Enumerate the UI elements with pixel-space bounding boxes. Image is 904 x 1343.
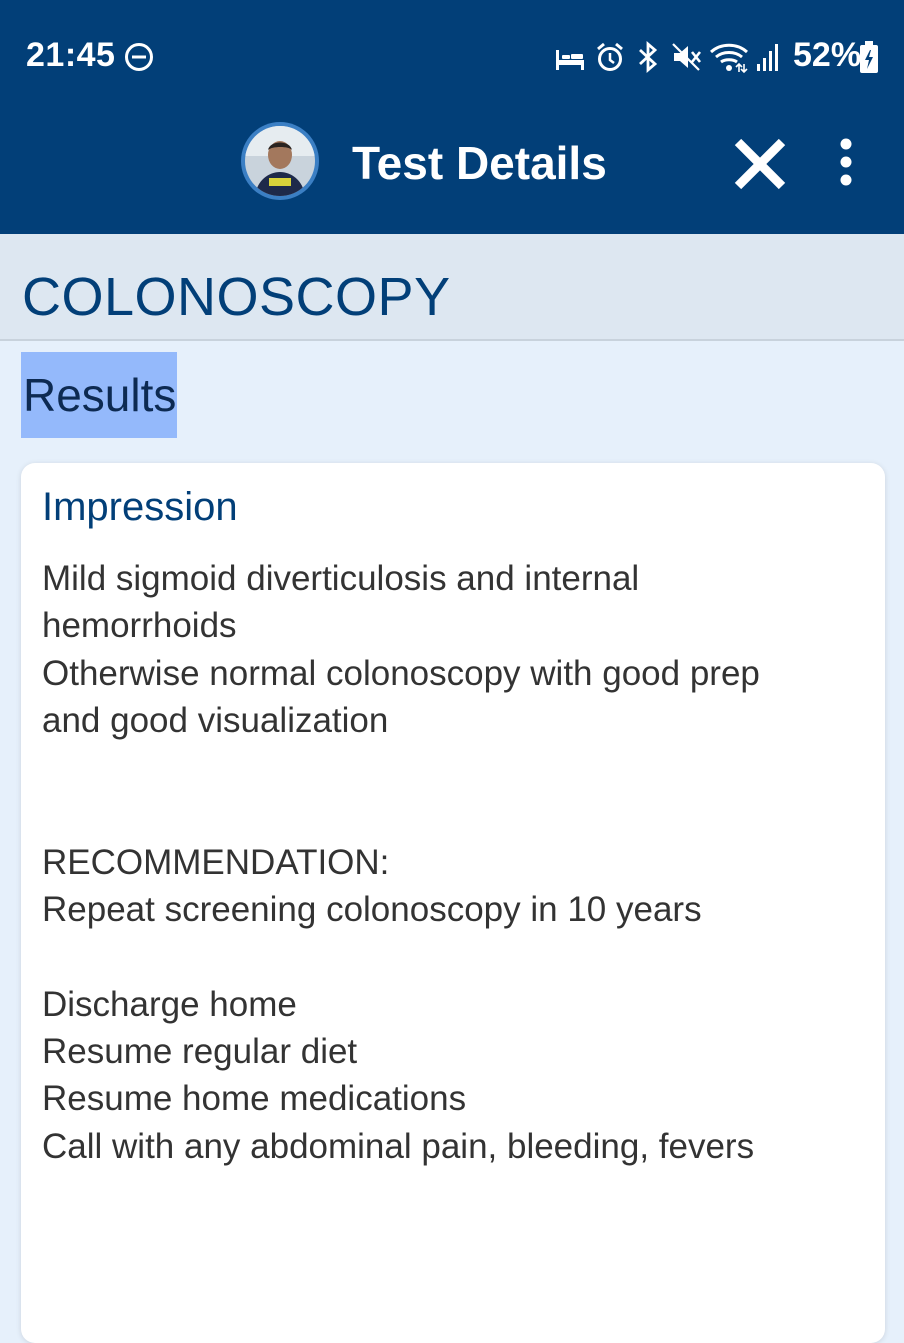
test-name: COLONOSCOPY — [22, 267, 451, 327]
avatar[interactable] — [241, 122, 319, 200]
alarm-icon — [597, 42, 623, 71]
wifi-icon — [709, 43, 749, 74]
app-bar: 21:45 52% Test Details — [0, 0, 904, 234]
sleep-mode-icon — [556, 50, 584, 70]
battery-percentage: 52% — [793, 36, 862, 74]
mute-icon — [672, 43, 702, 71]
profile-photo — [245, 126, 315, 196]
status-bar: 21:45 52% — [0, 0, 904, 110]
do-not-disturb-icon — [125, 43, 153, 71]
battery-charging-icon — [860, 41, 878, 73]
title-row: Test Details — [0, 110, 904, 234]
signal-icon — [757, 44, 778, 71]
page-title: Test Details — [352, 137, 607, 189]
test-header: COLONOSCOPY — [0, 234, 904, 341]
results-section-label: Results — [21, 352, 177, 438]
report-text: Mild sigmoid diverticulosis and internal… — [42, 559, 760, 1166]
bluetooth-icon — [639, 40, 658, 74]
impression-heading: Impression — [42, 485, 238, 529]
result-card: Impression Mild sigmoid diverticulosis a… — [21, 463, 885, 1343]
close-icon[interactable] — [728, 132, 792, 196]
more-options-icon[interactable] — [826, 132, 866, 196]
status-time: 21:45 — [26, 36, 116, 74]
